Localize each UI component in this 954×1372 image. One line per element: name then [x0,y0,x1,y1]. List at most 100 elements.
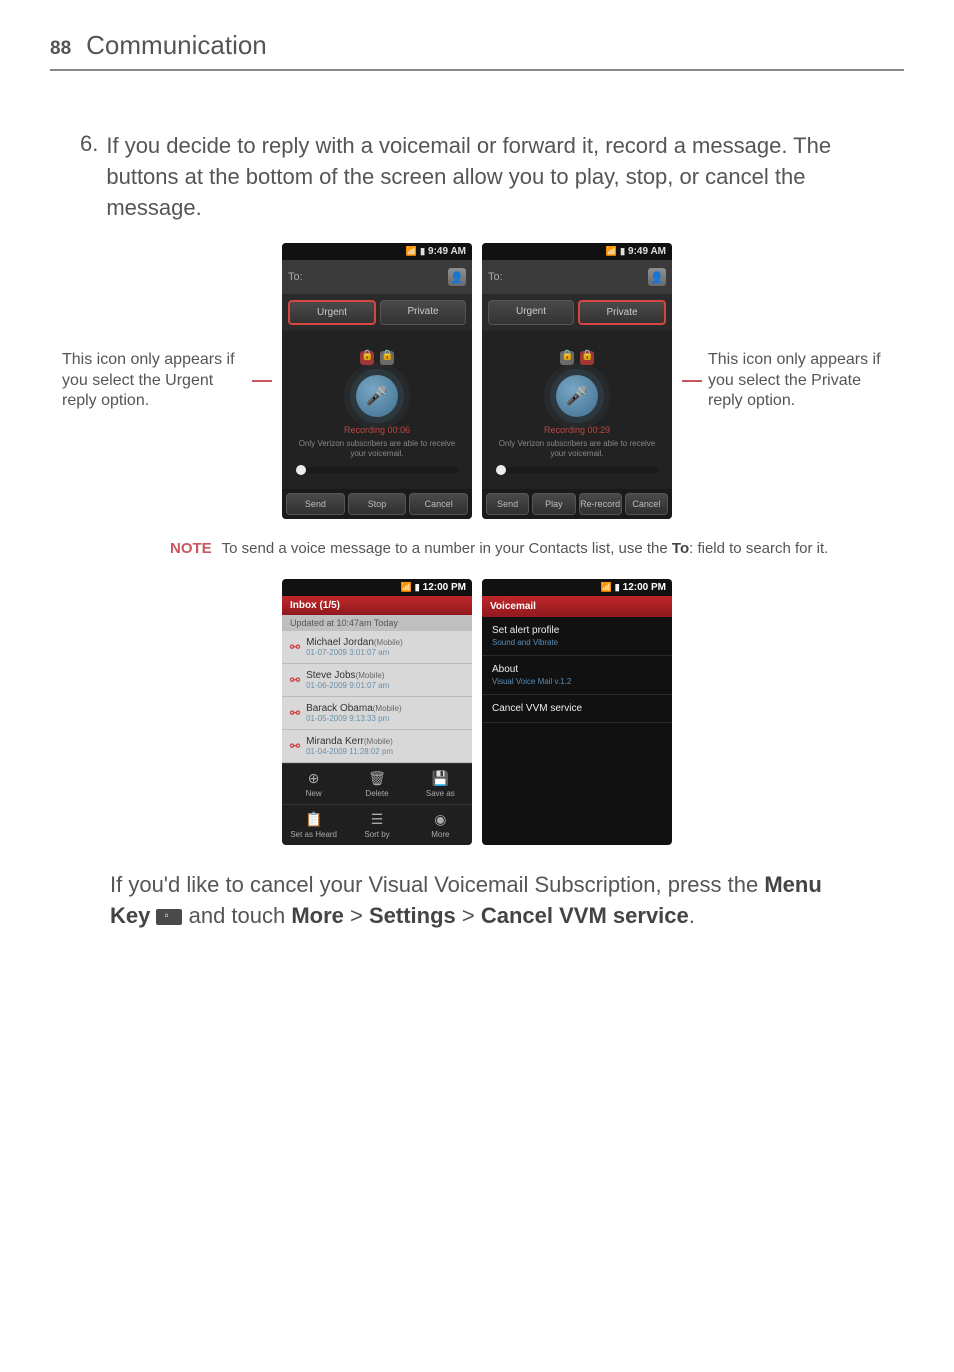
delete-button[interactable]: 🗑Delete [345,763,408,804]
updated-bar: Updated at 10:47am Today [282,615,472,631]
list-item[interactable]: ⚯ Steve Jobs(Mobile) 01-06-2009 9:01:07 … [282,664,472,697]
urgent-private-row: Urgent Private [282,294,472,331]
more-icon: ◉ [411,811,470,828]
to-field[interactable]: To: [282,260,472,294]
clock: 12:00 PM [423,582,466,593]
step-text: If you decide to reply with a voicemail … [106,131,904,223]
urgent-button[interactable]: Urgent [488,300,574,325]
sort-icon: ☰ [347,811,406,828]
clock: 9:49 AM [428,246,466,257]
clock: 9:49 AM [628,246,666,257]
voicemail-icon: ⚯ [290,673,300,687]
voicemail-icon: ⚯ [290,640,300,654]
new-button[interactable]: ⊕New [282,763,345,804]
inbox-header: Inbox (1/5) [282,596,472,615]
urgent-exclaim-icon [560,351,574,365]
cancel-vvm-service[interactable]: Cancel VVM service [482,695,672,723]
wifi-icon: 📶 [406,246,417,257]
battery-icon: ▮ [615,582,620,593]
send-button[interactable]: Send [486,493,529,515]
send-button[interactable]: Send [286,493,345,515]
more-button[interactable]: ◉More [409,804,472,845]
to-field-bold: To [672,540,689,557]
note-text: To send a voice message to a number in y… [222,539,829,559]
contact-icon[interactable] [648,268,666,286]
recording-area: Recording 00:29 Only Verizon subscribers… [482,331,672,488]
cancel-button[interactable]: Cancel [625,493,668,515]
wifi-icon: 📶 [606,246,617,257]
signal-icon: ▮ [420,246,425,257]
signal-icon: ▮ [620,246,625,257]
urgent-private-row: Urgent Private [482,294,672,331]
recording-label: Recording 00:06 [292,425,462,435]
callout-private: This icon only appears if you select the… [702,350,892,412]
menu-key-icon [156,909,182,925]
progress-bar[interactable] [296,467,458,473]
page-header: 88 Communication [50,30,904,71]
progress-thumb[interactable] [296,465,306,475]
recording-label: Recording 00:29 [492,425,662,435]
chapter-title: Communication [86,30,267,61]
screenshot-private-reply: 📶 ▮ 9:49 AM To: Urgent Private Recording… [482,243,672,518]
page-number: 88 [50,38,71,60]
callout-line-left [252,380,272,382]
inbox-footer: ⊕New 🗑Delete 💾Save as 📋Set as Heard ☰Sor… [282,763,472,845]
contact-icon[interactable] [448,268,466,286]
save-icon: 💾 [411,770,470,787]
progress-thumb[interactable] [496,465,506,475]
screenshots-row-2: 📶 ▮ 12:00 PM Inbox (1/5) Updated at 10:4… [50,579,904,845]
urgent-button[interactable]: Urgent [288,300,376,325]
about-item[interactable]: About Visual Voice Mail v.1.2 [482,656,672,695]
microphone-icon[interactable] [556,375,598,417]
lock-icon [380,351,394,365]
plus-icon: ⊕ [284,770,343,787]
closing-paragraph: If you'd like to cancel your Visual Voic… [110,870,864,932]
heard-icon: 📋 [284,811,343,828]
step-number: 6. [80,131,98,223]
set-alert-profile[interactable]: Set alert profile Sound and Vibrate [482,617,672,656]
list-item[interactable]: ⚯ Barack Obama(Mobile) 01-05-2009 9:13:3… [282,697,472,730]
play-button[interactable]: Play [532,493,575,515]
subscriber-notice: Only Verizon subscribers are able to rec… [292,439,462,458]
cancel-button[interactable]: Cancel [409,493,468,515]
voicemail-icon: ⚯ [290,739,300,753]
to-label: To: [288,271,303,283]
lock-icon [580,351,594,365]
screenshot-voicemail-settings: 📶 ▮ 12:00 PM Voicemail Set alert profile… [482,579,672,845]
to-field[interactable]: To: [482,260,672,294]
note-label: NOTE [170,539,212,559]
microphone-icon[interactable] [356,375,398,417]
battery-icon: ▮ [415,582,420,593]
saveas-button[interactable]: 💾Save as [409,763,472,804]
list-item[interactable]: ⚯ Miranda Kerr(Mobile) 01-04-2009 11:28:… [282,730,472,763]
progress-bar[interactable] [496,467,658,473]
clock: 12:00 PM [623,582,666,593]
list-item[interactable]: ⚯ Michael Jordan(Mobile) 01-07-2009 3:01… [282,631,472,664]
screenshot-inbox: 📶 ▮ 12:00 PM Inbox (1/5) Updated at 10:4… [282,579,472,845]
private-button[interactable]: Private [380,300,466,325]
private-button[interactable]: Private [578,300,666,325]
more-text: More [291,903,344,928]
rerecord-button[interactable]: Re-record [579,493,622,515]
bottom-buttons: Send Stop Cancel [282,489,472,519]
subscriber-notice: Only Verizon subscribers are able to rec… [492,439,662,458]
signal-icon: 📶 [600,582,611,593]
step-6: 6. If you decide to reply with a voicema… [80,131,904,223]
urgent-exclaim-icon [360,351,374,365]
note: NOTE To send a voice message to a number… [170,539,854,559]
status-bar: 📶 ▮ 12:00 PM [482,579,672,596]
status-bar: 📶 ▮ 9:49 AM [482,243,672,260]
to-label: To: [488,271,503,283]
recording-area: Recording 00:06 Only Verizon subscribers… [282,331,472,488]
sortby-button[interactable]: ☰Sort by [345,804,408,845]
trash-icon: 🗑 [347,770,406,787]
setheard-button[interactable]: 📋Set as Heard [282,804,345,845]
screenshot-urgent-reply: 📶 ▮ 9:49 AM To: Urgent Private Recording… [282,243,472,518]
cancel-vvm-text: Cancel VVM service [481,903,689,928]
stop-button[interactable]: Stop [348,493,407,515]
callout-urgent: This icon only appears if you select the… [62,350,252,412]
screenshots-row-1: This icon only appears if you select the… [50,243,904,518]
callout-line-right [682,380,702,382]
settings-text: Settings [369,903,456,928]
bottom-buttons: Send Play Re-record Cancel [482,489,672,519]
